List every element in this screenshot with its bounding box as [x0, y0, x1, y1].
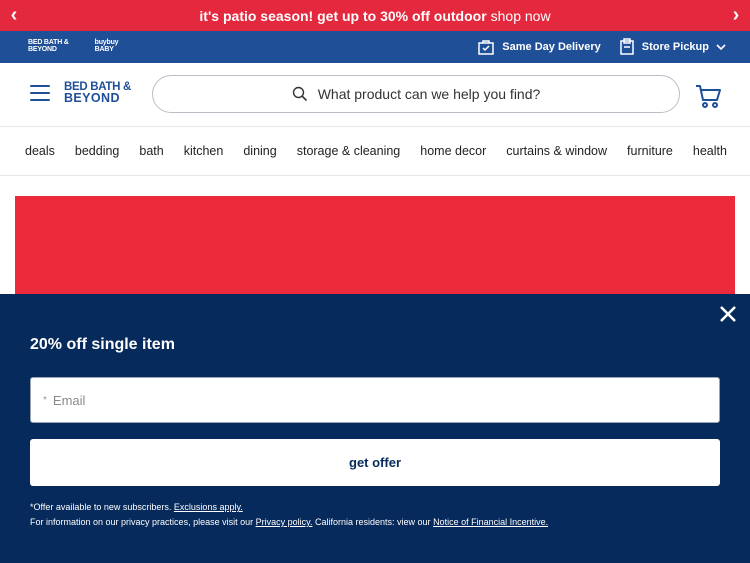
- hero-banner[interactable]: [15, 196, 735, 306]
- nav-item-health[interactable]: health: [683, 144, 737, 158]
- close-icon[interactable]: [716, 302, 740, 326]
- fine-print: *Offer available to new subscribers. Exc…: [30, 502, 549, 527]
- sister-brand-logos: BED BATH & BEYOND buybuy BABY: [28, 39, 119, 53]
- email-signup-modal: 20% off single item * get offer *Offer a…: [0, 294, 750, 563]
- search-placeholder: What product can we help you find?: [317, 86, 541, 102]
- chevron-down-icon: [716, 44, 726, 51]
- modal-title: 20% off single item: [30, 336, 175, 353]
- search-input[interactable]: What product can we help you find?: [152, 75, 680, 113]
- store-pickup-dropdown[interactable]: Store Pickup: [619, 38, 726, 56]
- exclusions-link[interactable]: Exclusions apply.: [174, 502, 243, 512]
- same-day-delivery-link[interactable]: Same Day Delivery: [477, 38, 601, 56]
- bbb-mini-logo[interactable]: BED BATH & BEYOND: [28, 39, 69, 53]
- search-icon: [292, 86, 307, 102]
- nav-item-kitchen[interactable]: kitchen: [174, 144, 234, 158]
- nav-item-furniture[interactable]: furniture: [617, 144, 683, 158]
- promo-shop-now-link[interactable]: shop now: [491, 8, 551, 24]
- promo-prev-arrow-icon[interactable]: ‹: [2, 0, 26, 31]
- nav-item-home-decor[interactable]: home decor: [410, 144, 496, 158]
- brand-logo[interactable]: BED BATH & BEYOND: [64, 81, 131, 104]
- category-nav: deals bedding bath kitchen dining storag…: [0, 126, 750, 176]
- hamburger-menu-icon[interactable]: [30, 85, 50, 101]
- promo-headline: it's patio season! get up to 30% off out…: [199, 7, 487, 24]
- promo-banner[interactable]: ‹ it's patio season! get up to 30% off o…: [0, 0, 750, 31]
- get-offer-button[interactable]: get offer: [30, 439, 720, 486]
- nav-item-curtains-window[interactable]: curtains & window: [496, 144, 617, 158]
- nav-item-deals[interactable]: deals: [0, 144, 65, 158]
- site-header: BED BATH & BEYOND What product can we he…: [0, 63, 750, 126]
- email-field[interactable]: *: [30, 377, 720, 423]
- nav-item-storage-cleaning[interactable]: storage & cleaning: [287, 144, 411, 158]
- nav-item-bath[interactable]: bath: [129, 144, 173, 158]
- nav-item-dining[interactable]: dining: [233, 144, 286, 158]
- buybuybaby-mini-logo[interactable]: buybuy BABY: [95, 39, 119, 53]
- cart-icon[interactable]: [694, 82, 722, 110]
- utility-bar: BED BATH & BEYOND buybuy BABY Same Day D…: [0, 31, 750, 63]
- promo-next-arrow-icon[interactable]: ›: [724, 0, 748, 31]
- nav-item-bedding[interactable]: bedding: [65, 144, 130, 158]
- financial-incentive-link[interactable]: Notice of Financial Incentive.: [433, 517, 548, 527]
- required-marker: *: [43, 394, 47, 406]
- store-icon: [620, 38, 634, 55]
- email-input[interactable]: [52, 392, 719, 408]
- delivery-bag-icon: [478, 40, 495, 55]
- privacy-policy-link[interactable]: Privacy policy.: [256, 517, 313, 527]
